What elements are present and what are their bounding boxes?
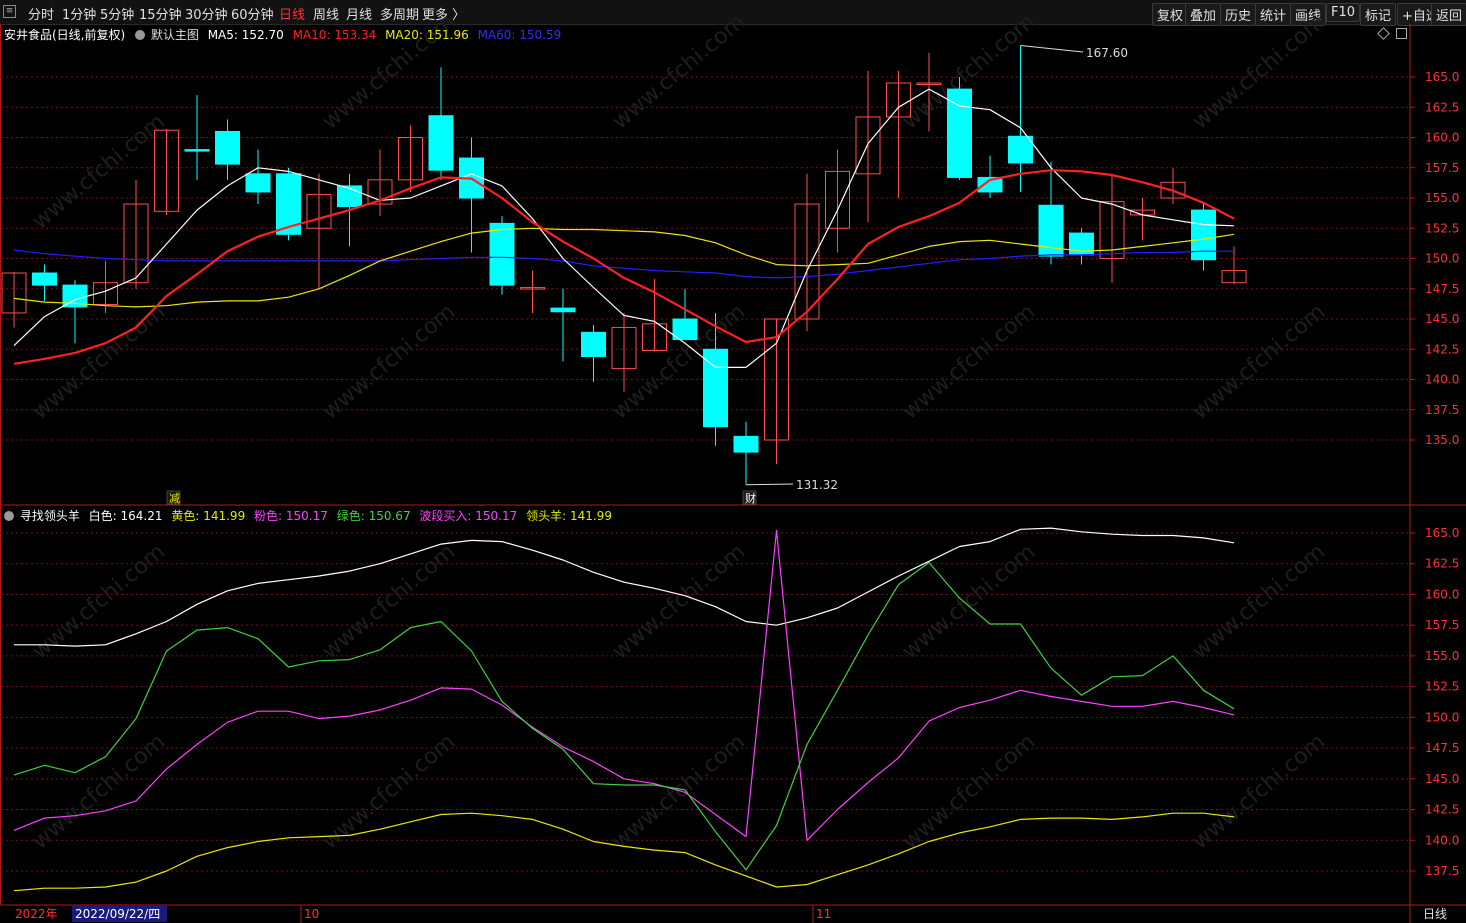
low-pointer <box>745 483 794 486</box>
watermark-text: www.cfchi.com <box>608 729 750 854</box>
template-label[interactable]: 默认主图 <box>151 28 199 42</box>
sub-tick-label: 165.0 <box>1425 526 1459 540</box>
leader-value: 领头羊: 141.99 <box>526 509 612 523</box>
candle-body-down <box>1191 209 1216 261</box>
price-axes: 135.0 137.5 140.0 142.5 145.0 147.5 150.0 152.5… <box>1410 70 1459 878</box>
kline-chart[interactable]: www.cfchi.com www.cfchi.com www.cfchi.com w… <box>0 0 1466 923</box>
low-price-label: 131.32 <box>796 478 838 492</box>
watermark-text: www.cfchi.com <box>1188 9 1330 134</box>
candle-body-down <box>947 88 972 178</box>
candle-body-down <box>32 272 57 286</box>
candle-body-down <box>581 331 606 358</box>
indicator-name[interactable]: 寻找领头羊 <box>20 509 80 523</box>
template-icon[interactable] <box>135 30 146 40</box>
main-tick-label: 140.0 <box>1425 373 1459 387</box>
ma5-value: MA5: 152.70 <box>207 28 284 42</box>
main-tick-label: 155.0 <box>1425 191 1459 205</box>
ma10-value: MA10: 153.34 <box>292 28 377 42</box>
candle-body-down <box>489 222 515 286</box>
yellow-value: 黄色: 141.99 <box>171 509 246 523</box>
indicator-line-0 <box>14 527 1235 647</box>
sub-tick-label: 155.0 <box>1425 649 1459 663</box>
high-pointer <box>1020 45 1084 53</box>
candle-body-down <box>550 307 576 313</box>
candle-body-down <box>428 115 454 171</box>
candle-body-down <box>733 435 759 453</box>
watermark-text: www.cfchi.com <box>28 109 170 234</box>
panel-square-icon[interactable] <box>1396 28 1407 39</box>
watermark-text: www.cfchi.com <box>318 539 460 664</box>
wave-buy-value: 波段买入: 150.17 <box>419 509 518 523</box>
sub-tick-label: 162.5 <box>1425 557 1459 571</box>
sub-tick-label: 142.5 <box>1425 803 1459 817</box>
cursor-date-label: 2022/09/22/四 <box>75 907 160 921</box>
month-label-oct: 10 <box>304 907 319 921</box>
marker-finance[interactable]: 财 <box>745 491 756 505</box>
indicator-header: 寻找领头羊 白色: 164.21 黄色: 141.99 粉色: 150.17 绿… <box>4 507 612 524</box>
sub-tick-label: 145.0 <box>1425 772 1459 786</box>
sub-tick-label: 157.5 <box>1425 618 1459 632</box>
watermark-text: www.cfchi.com <box>608 9 750 134</box>
main-tick-label: 165.0 <box>1425 70 1459 84</box>
main-tick-label: 142.5 <box>1425 342 1459 356</box>
indicator-line-2 <box>13 529 1235 841</box>
main-tick-label: 145.0 <box>1425 312 1459 326</box>
pink-value: 粉色: 150.17 <box>254 509 328 523</box>
watermark-text: www.cfchi.com <box>898 729 1040 854</box>
watermark-text: www.cfchi.com <box>898 539 1040 664</box>
sub-tick-label: 160.0 <box>1425 587 1459 601</box>
candle-body-down <box>215 130 240 165</box>
watermark-text: www.cfchi.com <box>28 299 170 424</box>
watermark-text: www.cfchi.com <box>1188 729 1330 854</box>
watermark-text: www.cfchi.com <box>28 539 170 664</box>
marker-reduce[interactable]: 减 <box>169 492 180 505</box>
candle-body-down <box>184 149 210 152</box>
main-tick-label: 157.5 <box>1425 161 1459 175</box>
stock-title[interactable]: 安井食品(日线,前复权) <box>4 28 125 42</box>
watermark-text: www.cfchi.com <box>28 729 170 854</box>
main-tick-label: 135.0 <box>1425 433 1459 447</box>
watermark-text: www.cfchi.com <box>608 299 750 424</box>
candle-body-down <box>337 185 362 207</box>
main-tick-label: 137.5 <box>1425 403 1459 417</box>
main-tick-label: 150.0 <box>1425 252 1459 266</box>
watermark-text: www.cfchi.com <box>1188 539 1330 664</box>
candle-body-down <box>1008 135 1033 164</box>
watermark-text: www.cfchi.com <box>1188 299 1330 424</box>
sub-tick-label: 147.5 <box>1425 741 1459 755</box>
main-tick-label: 147.5 <box>1425 282 1459 296</box>
sub-tick-label: 140.0 <box>1425 833 1459 847</box>
date-axis: 2022年 2022/09/22/四 10 11 日线 <box>15 905 1447 922</box>
month-label-nov: 11 <box>816 907 831 921</box>
candle-body-down <box>245 173 271 193</box>
green-value: 绿色: 150.67 <box>336 509 411 523</box>
indicator-collapse-icon[interactable] <box>4 511 14 521</box>
sub-tick-label: 150.0 <box>1425 710 1459 724</box>
watermark-text: www.cfchi.com <box>318 299 460 424</box>
year-label: 2022年 <box>15 907 58 921</box>
ma60-value: MA60: 150.59 <box>477 28 562 42</box>
main-tick-label: 152.5 <box>1425 221 1459 235</box>
main-tick-label: 160.0 <box>1425 131 1459 145</box>
sub-tick-label: 137.5 <box>1425 864 1459 878</box>
period-label[interactable]: 日线 <box>1423 907 1447 921</box>
white-value: 白色: 164.21 <box>88 509 163 523</box>
watermark-text: www.cfchi.com <box>608 539 750 664</box>
main-tick-label: 162.5 <box>1425 100 1459 114</box>
high-price-label: 167.60 <box>1086 46 1128 60</box>
sub-tick-label: 152.5 <box>1425 680 1459 694</box>
ma20-value: MA20: 151.96 <box>385 28 469 42</box>
main-chart-header: 安井食品(日线,前复权) 默认主图 MA5: 152.70 MA10: 153.… <box>4 26 561 43</box>
watermark-text: www.cfchi.com <box>898 299 1040 424</box>
